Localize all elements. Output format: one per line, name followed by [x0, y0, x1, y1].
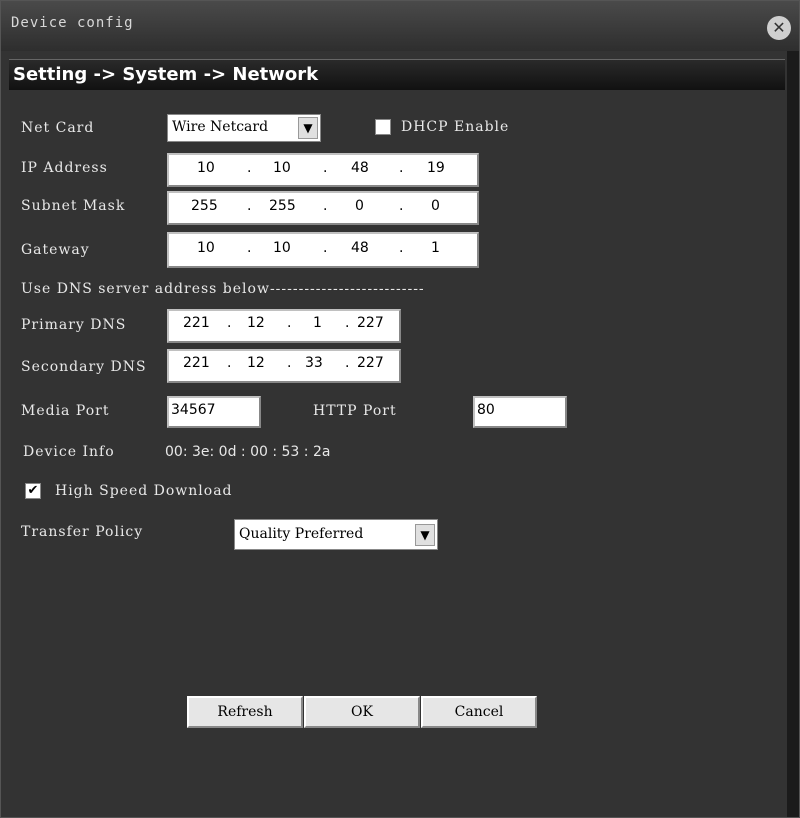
- gateway-field[interactable]: 10 . 10 . 48 . 1: [167, 232, 479, 268]
- window-right-edge: [787, 51, 799, 817]
- cancel-button[interactable]: Cancel: [421, 696, 537, 728]
- subnet-octet-3: 0: [355, 198, 364, 214]
- subnet-dot-2: .: [323, 198, 328, 214]
- window-title: Device config: [11, 15, 134, 31]
- gateway-dot-3: .: [399, 240, 404, 256]
- primary-dns-octet-3: 1: [313, 315, 322, 331]
- http-port-label: HTTP Port: [313, 403, 397, 419]
- net-card-select[interactable]: Wire Netcard ▼: [167, 114, 321, 142]
- transfer-policy-value: Quality Preferred: [239, 526, 364, 542]
- primary-dns-dot-1: .: [227, 315, 232, 331]
- gateway-dot-2: .: [323, 240, 328, 256]
- device-info-label: Device Info: [23, 444, 115, 460]
- http-port-value: 80: [477, 402, 495, 418]
- http-port-input[interactable]: 80: [473, 396, 567, 428]
- primary-dns-dot-3: .: [345, 315, 350, 331]
- ip-octet-1: 10: [197, 160, 215, 176]
- subnet-octet-4: 0: [431, 198, 440, 214]
- net-card-label: Net Card: [21, 120, 95, 136]
- secondary-dns-dot-2: .: [287, 355, 292, 371]
- secondary-dns-octet-4: 227: [357, 355, 384, 371]
- dhcp-checkbox[interactable]: [375, 119, 391, 135]
- primary-dns-field[interactable]: 221 . 12 . 1 . 227: [167, 309, 401, 343]
- ip-address-label: IP Address: [21, 160, 108, 176]
- media-port-label: Media Port: [21, 403, 110, 419]
- gateway-octet-2: 10: [273, 240, 291, 256]
- subnet-dot-3: .: [399, 198, 404, 214]
- subnet-octet-1: 255: [191, 198, 218, 214]
- ip-address-field[interactable]: 10 . 10 . 48 . 19: [167, 153, 479, 187]
- ip-dot-2: .: [323, 160, 328, 176]
- chevron-down-icon: ▼: [298, 117, 318, 139]
- primary-dns-label: Primary DNS: [21, 317, 127, 333]
- primary-dns-dot-2: .: [287, 315, 292, 331]
- secondary-dns-octet-3: 33: [305, 355, 323, 371]
- secondary-dns-octet-1: 221: [183, 355, 210, 371]
- gateway-dot-1: .: [247, 240, 252, 256]
- transfer-policy-select[interactable]: Quality Preferred ▼: [234, 519, 438, 550]
- subnet-mask-label: Subnet Mask: [21, 198, 126, 214]
- high-speed-label: High Speed Download: [55, 483, 233, 499]
- media-port-value: 34567: [171, 402, 216, 418]
- gateway-octet-1: 10: [197, 240, 215, 256]
- secondary-dns-octet-2: 12: [247, 355, 265, 371]
- ip-dot-1: .: [247, 160, 252, 176]
- refresh-button[interactable]: Refresh: [187, 696, 303, 728]
- breadcrumb-bar: Setting -> System -> Network: [9, 59, 785, 90]
- high-speed-checkbox[interactable]: ✔: [25, 483, 41, 499]
- ip-octet-4: 19: [427, 160, 445, 176]
- primary-dns-octet-1: 221: [183, 315, 210, 331]
- subnet-mask-field[interactable]: 255 . 255 . 0 . 0: [167, 191, 479, 225]
- device-info-value: 00: 3e: 0d : 00 : 53 : 2a: [165, 444, 331, 460]
- transfer-policy-label: Transfer Policy: [21, 524, 144, 540]
- subnet-dot-1: .: [247, 198, 252, 214]
- ok-button[interactable]: OK: [304, 696, 420, 728]
- ip-dot-3: .: [399, 160, 404, 176]
- ip-octet-2: 10: [273, 160, 291, 176]
- ip-octet-3: 48: [351, 160, 369, 176]
- gateway-octet-4: 1: [431, 240, 440, 256]
- secondary-dns-dot-1: .: [227, 355, 232, 371]
- media-port-input[interactable]: 34567: [167, 396, 261, 428]
- device-config-window: Device config ✕ Setting -> System -> Net…: [0, 0, 800, 818]
- net-card-value: Wire Netcard: [172, 119, 269, 135]
- dhcp-label: DHCP Enable: [401, 119, 510, 135]
- secondary-dns-field[interactable]: 221 . 12 . 33 . 227: [167, 349, 401, 383]
- gateway-label: Gateway: [21, 242, 90, 258]
- secondary-dns-label: Secondary DNS: [21, 359, 147, 375]
- secondary-dns-dot-3: .: [345, 355, 350, 371]
- primary-dns-octet-4: 227: [357, 315, 384, 331]
- close-icon[interactable]: ✕: [767, 16, 791, 40]
- chevron-down-icon: ▼: [415, 524, 435, 546]
- title-bar[interactable]: Device config ✕: [1, 1, 799, 51]
- breadcrumb: Setting -> System -> Network: [13, 64, 319, 85]
- primary-dns-octet-2: 12: [247, 315, 265, 331]
- gateway-octet-3: 48: [351, 240, 369, 256]
- dns-heading: Use DNS server address below------------…: [21, 281, 425, 297]
- subnet-octet-2: 255: [269, 198, 296, 214]
